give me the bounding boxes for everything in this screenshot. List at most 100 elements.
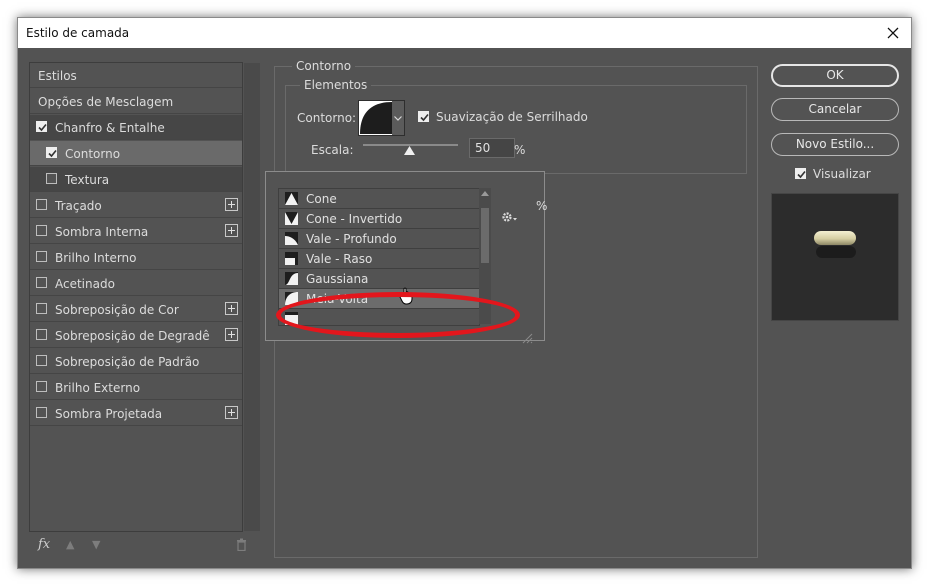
styles-list-scrollbar[interactable] <box>244 63 260 531</box>
styles-item-label: Estilos <box>38 69 77 83</box>
styles-item-pattern-overlay[interactable]: Sobreposição de Padrão <box>30 349 242 374</box>
partial-percent-label: % <box>536 199 548 213</box>
satin-checkbox[interactable] <box>36 277 47 288</box>
styles-item-color-overlay[interactable]: Sobreposição de Cor <box>30 297 242 322</box>
layer-style-dialog: Estilo de camada Estilos Opções de Mescl… <box>17 17 912 569</box>
new-style-button[interactable]: Novo Estilo... <box>771 133 899 156</box>
color-overlay-checkbox[interactable] <box>36 303 47 314</box>
styles-list-toolbar: fx ▲ ▼ <box>38 537 248 557</box>
contour-checkbox[interactable] <box>46 147 57 158</box>
antialias-checkbox[interactable] <box>418 111 429 122</box>
styles-item-inner-glow[interactable]: Brilho Interno <box>30 245 242 270</box>
contour-option-label: Cone <box>306 192 337 206</box>
styles-item-contour[interactable]: Contorno <box>30 141 242 166</box>
add-stroke-icon[interactable] <box>225 198 238 211</box>
ok-button[interactable]: OK <box>771 64 899 87</box>
styles-item-label: Traçado <box>55 199 102 213</box>
scale-input[interactable]: 50 <box>469 138 515 158</box>
gradient-overlay-checkbox[interactable] <box>36 329 47 340</box>
scroll-up-icon <box>481 191 489 196</box>
outer-glow-checkbox[interactable] <box>36 381 47 392</box>
deep-valley-contour-icon <box>285 232 298 245</box>
check-icon <box>48 149 57 158</box>
styles-item-outer-glow[interactable]: Brilho Externo <box>30 375 242 400</box>
scale-unit-label: % <box>514 143 526 157</box>
inner-glow-checkbox[interactable] <box>36 251 47 262</box>
styles-item-drop-shadow[interactable]: Sombra Projetada <box>30 401 242 426</box>
close-button[interactable] <box>875 18 911 48</box>
styles-item-gradient-overlay[interactable]: Sobreposição de Degradê <box>30 323 242 348</box>
styles-item-label: Brilho Interno <box>55 251 137 265</box>
resize-grip-icon[interactable] <box>521 332 533 344</box>
styles-item-label: Opções de Mesclagem <box>38 95 174 109</box>
elements-group-title: Elementos <box>300 78 372 92</box>
styles-item-texture[interactable]: Textura <box>30 167 242 192</box>
styles-item-label: Acetinado <box>55 277 115 291</box>
styles-item-stroke[interactable]: Traçado <box>30 193 242 218</box>
check-icon <box>797 170 806 179</box>
styles-list: Estilos Opções de Mesclagem Chanfro & En… <box>29 62 260 532</box>
add-color-overlay-icon[interactable] <box>225 302 238 315</box>
scrollbar-thumb[interactable] <box>481 208 489 263</box>
contour-group-title: Contorno <box>292 59 356 73</box>
gear-icon[interactable] <box>501 211 519 223</box>
contour-dropdown-button[interactable] <box>392 100 405 136</box>
preview-shadow <box>816 246 856 258</box>
styles-item-label: Sobreposição de Padrão <box>55 355 200 369</box>
contour-label: Contorno: <box>297 111 357 125</box>
scale-slider-thumb[interactable] <box>404 146 415 155</box>
contour-option-label: Cone - Invertido <box>306 212 403 226</box>
styles-item-inner-shadow[interactable]: Sombra Interna <box>30 219 242 244</box>
add-drop-shadow-icon[interactable] <box>225 406 238 419</box>
stroke-checkbox[interactable] <box>36 199 47 210</box>
drop-shadow-checkbox[interactable] <box>36 407 47 418</box>
styles-item-satin[interactable]: Acetinado <box>30 271 242 296</box>
antialias-label: Suavização de Serrilhado <box>436 110 588 124</box>
highlight-annotation <box>276 292 520 338</box>
inner-shadow-checkbox[interactable] <box>36 225 47 236</box>
contour-option-shallow-valley[interactable]: Vale - Raso <box>279 249 479 269</box>
styles-item-label: Sobreposição de Cor <box>55 303 179 317</box>
styles-item-blending-options[interactable]: Opções de Mesclagem <box>30 89 242 114</box>
styles-item-label: Chanfro & Entalhe <box>55 121 165 135</box>
cancel-button[interactable]: Cancelar <box>771 98 899 121</box>
title-bar: Estilo de camada <box>18 18 911 48</box>
contour-option-cone-inverted[interactable]: Cone - Invertido <box>279 209 479 229</box>
styles-item-label: Brilho Externo <box>55 381 141 395</box>
contour-option-gaussian[interactable]: Gaussiana <box>279 269 479 289</box>
styles-item-label: Contorno <box>65 147 121 161</box>
pattern-overlay-checkbox[interactable] <box>36 355 47 366</box>
contour-option-cone[interactable]: Cone <box>279 189 479 209</box>
trash-icon[interactable] <box>236 538 247 554</box>
chevron-down-icon <box>394 116 402 121</box>
bevel-emboss-checkbox[interactable] <box>36 121 47 132</box>
fx-button[interactable]: fx <box>38 537 50 552</box>
texture-checkbox[interactable] <box>46 173 57 184</box>
contour-option-label: Vale - Raso <box>306 252 373 266</box>
add-gradient-overlay-icon[interactable] <box>225 328 238 341</box>
shallow-valley-contour-icon <box>285 252 298 265</box>
add-inner-shadow-icon[interactable] <box>225 224 238 237</box>
style-preview <box>771 193 899 321</box>
contour-option-deep-valley[interactable]: Vale - Profundo <box>279 229 479 249</box>
preview-label: Visualizar <box>813 167 871 181</box>
move-down-icon[interactable]: ▼ <box>92 538 100 551</box>
styles-item-bevel-emboss[interactable]: Chanfro & Entalhe <box>30 115 242 140</box>
styles-item-estilos[interactable]: Estilos <box>30 63 242 88</box>
scale-label: Escala: <box>311 143 354 157</box>
styles-item-label: Textura <box>65 173 110 187</box>
move-up-icon[interactable]: ▲ <box>66 538 74 551</box>
styles-item-label: Sombra Interna <box>55 225 149 239</box>
styles-item-label: Sobreposição de Degradê <box>55 329 210 343</box>
preview-shape <box>814 231 856 245</box>
check-icon <box>38 123 47 132</box>
styles-item-label: Sombra Projetada <box>55 407 163 421</box>
contour-preview-swatch[interactable] <box>358 100 394 136</box>
preview-checkbox[interactable] <box>795 168 806 179</box>
check-icon <box>420 113 429 122</box>
cone-contour-icon <box>285 192 298 205</box>
half-round-curve-icon <box>360 102 392 134</box>
contour-option-label: Vale - Profundo <box>306 232 397 246</box>
cone-inverted-contour-icon <box>285 212 298 225</box>
window-title: Estilo de camada <box>26 26 130 40</box>
